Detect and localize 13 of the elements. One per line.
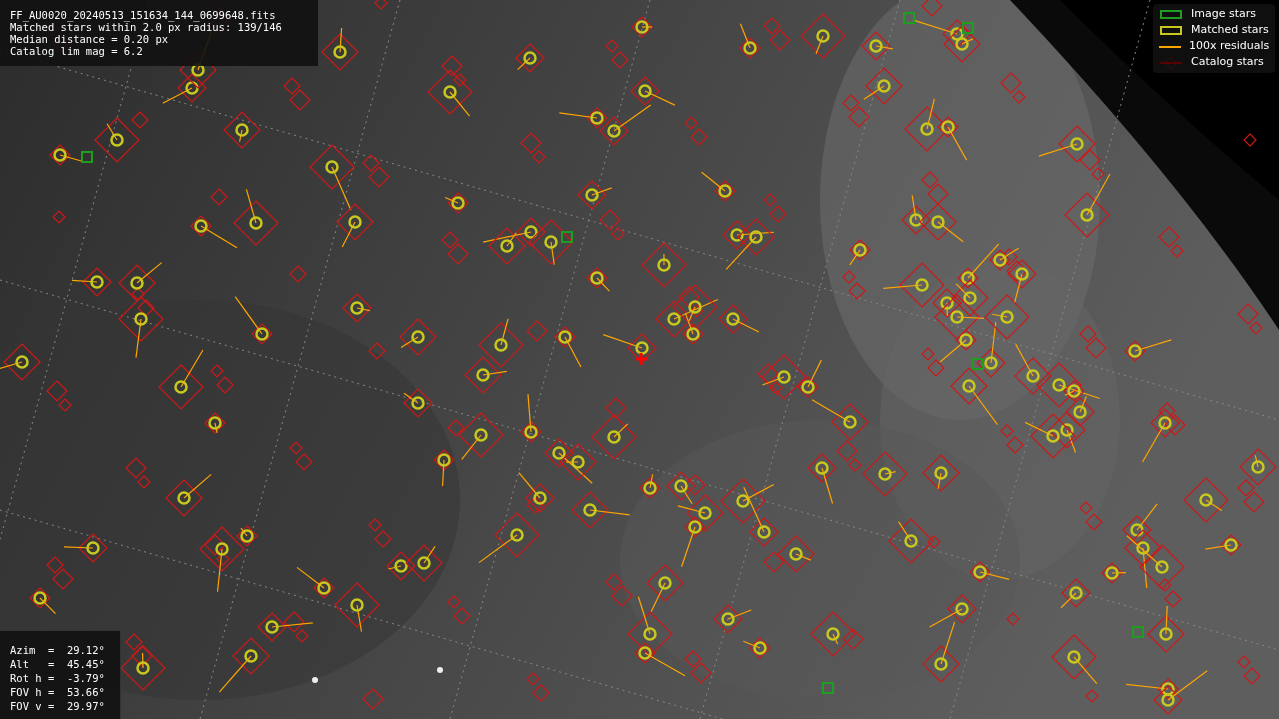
pointing-text: FOV h = 53.66° — [10, 685, 106, 699]
pointing-text: Alt = 45.45° — [10, 657, 106, 671]
pointing-text: Azim = 29.12° — [10, 643, 106, 657]
info-text: Median distance = 0.20 px — [10, 33, 170, 45]
legend-label: Image stars — [1191, 6, 1256, 23]
legend-label: Catalog stars — [1191, 54, 1264, 71]
info-text: FF_AU0020_20240513_151634_144_0699648.fits — [10, 9, 277, 21]
legend-label: Matched stars — [1191, 22, 1269, 39]
pointing-text: Rot h = -3.79° — [10, 671, 106, 685]
info-text: Catalog lim mag = 6.2 — [10, 45, 144, 57]
legend-label: 100x residuals — [1189, 38, 1270, 55]
info-text: Matched stars within 2.0 px radius: 139/146 — [10, 21, 283, 33]
pointing-text: FOV v = 29.97° — [10, 699, 106, 713]
